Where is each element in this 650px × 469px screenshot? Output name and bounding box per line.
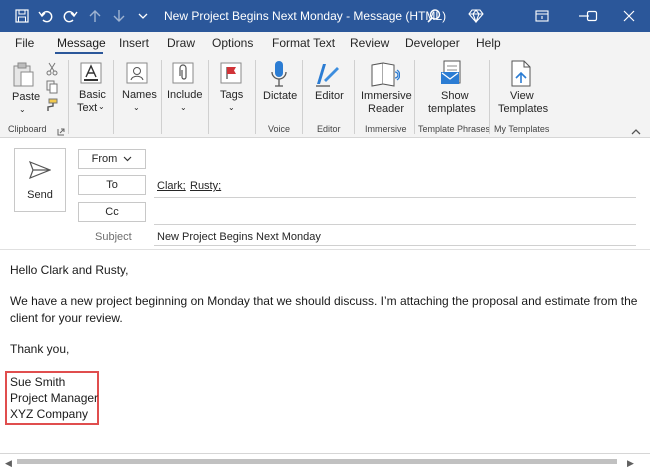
group-immersive: Immersive: [365, 124, 407, 134]
search-icon[interactable]: [424, 6, 444, 26]
scroll-left-icon[interactable]: ◀: [5, 458, 12, 469]
signature-name: Sue Smith: [10, 375, 66, 389]
horizontal-scrollbar[interactable]: ◀ ▶: [0, 453, 650, 469]
subject-label: Subject: [95, 231, 132, 243]
maximize-icon[interactable]: [571, 0, 613, 32]
closing: Thank you,: [10, 342, 70, 356]
to-label: To: [106, 179, 118, 191]
editor-button[interactable]: Editor: [315, 90, 344, 103]
tab-developer[interactable]: Developer: [405, 36, 460, 50]
subject-field-line: [154, 245, 636, 246]
group-editor: Editor: [317, 124, 341, 134]
names-dropdown-icon[interactable]: ⌄: [133, 101, 140, 114]
ribbon-separator: [414, 60, 415, 134]
ribbon-separator: [113, 60, 114, 134]
redo-icon[interactable]: [60, 6, 80, 26]
paste-dropdown-icon[interactable]: ⌄: [19, 103, 26, 116]
tab-draw[interactable]: Draw: [167, 36, 195, 50]
scroll-thumb[interactable]: [17, 459, 617, 464]
ribbon-separator: [354, 60, 355, 134]
tab-format-text[interactable]: Format Text: [272, 36, 335, 50]
immersive-reader-label-1[interactable]: Immersive: [361, 90, 412, 103]
body-line-1: We have a new project beginning on Monda…: [10, 294, 638, 308]
window-title: New Project Begins Next Monday - Message…: [164, 9, 447, 23]
cc-field-line[interactable]: [154, 224, 636, 225]
from-label: From: [91, 153, 118, 165]
diamond-icon[interactable]: [466, 6, 486, 26]
ribbon-separator: [255, 60, 256, 134]
immersive-reader-icon[interactable]: [370, 60, 401, 91]
cc-label: Cc: [105, 206, 119, 218]
include-dropdown-icon[interactable]: ⌄: [180, 101, 187, 114]
cut-icon[interactable]: [46, 62, 58, 79]
from-button[interactable]: From: [78, 149, 146, 169]
view-templates-label-1[interactable]: View: [510, 90, 534, 103]
view-templates-icon[interactable]: [509, 60, 533, 91]
send-label: Send: [27, 189, 53, 201]
close-icon[interactable]: [608, 0, 650, 32]
ribbon-display-icon[interactable]: [521, 0, 563, 32]
paste-icon[interactable]: [12, 62, 34, 91]
subject-input[interactable]: New Project Begins Next Monday: [157, 231, 321, 243]
basic-text-label-2[interactable]: Text: [77, 102, 97, 115]
immersive-reader-label-2[interactable]: Reader: [368, 103, 404, 116]
chevron-down-icon: [123, 153, 132, 165]
ribbon-separator: [161, 60, 162, 134]
ribbon-separator: [302, 60, 303, 134]
basic-text-icon[interactable]: [80, 62, 102, 87]
ribbon-separator: [489, 60, 490, 134]
title-bar: New Project Begins Next Monday - Message…: [0, 0, 650, 32]
dialog-launcher-icon[interactable]: [57, 125, 65, 139]
paste-button[interactable]: Paste: [12, 91, 40, 104]
save-icon[interactable]: [12, 6, 32, 26]
tab-review[interactable]: Review: [350, 36, 389, 50]
format-painter-icon[interactable]: [44, 98, 58, 115]
names-icon[interactable]: [126, 62, 148, 87]
scroll-right-icon[interactable]: ▶: [627, 458, 634, 469]
tab-insert[interactable]: Insert: [119, 36, 149, 50]
body-separator: [0, 249, 650, 250]
editor-icon[interactable]: [314, 60, 340, 91]
microphone-icon[interactable]: [270, 60, 288, 91]
ribbon-separator: [208, 60, 209, 134]
group-clipboard: Clipboard: [8, 124, 47, 134]
show-templates-label-1[interactable]: Show: [441, 90, 469, 103]
down-arrow-icon[interactable]: [109, 6, 129, 26]
body-line-2: client for your review.: [10, 311, 123, 325]
send-icon: [28, 160, 52, 182]
tab-help[interactable]: Help: [476, 36, 501, 50]
recipient-rusty[interactable]: Rusty;: [190, 180, 221, 192]
tab-message[interactable]: Message: [57, 36, 106, 50]
copy-icon[interactable]: [46, 80, 58, 97]
active-tab-indicator: [55, 52, 103, 54]
send-button[interactable]: Send: [14, 148, 66, 212]
basic-text-dropdown-icon[interactable]: ⌄: [98, 100, 105, 113]
group-voice: Voice: [268, 124, 291, 134]
to-field-line: [154, 197, 636, 198]
to-button[interactable]: To: [78, 175, 146, 195]
show-templates-label-2[interactable]: templates: [428, 103, 476, 116]
ribbon-separator: [68, 60, 69, 134]
group-my-templates: My Templates: [494, 124, 550, 134]
view-templates-label-2[interactable]: Templates: [498, 103, 548, 116]
up-arrow-icon[interactable]: [85, 6, 105, 26]
undo-icon[interactable]: [36, 6, 56, 26]
flag-icon[interactable]: [220, 62, 242, 87]
tags-dropdown-icon[interactable]: ⌄: [228, 101, 235, 114]
tab-file[interactable]: File: [15, 36, 34, 50]
signature-company: XYZ Company: [10, 407, 89, 421]
greeting: Hello Clark and Rusty,: [10, 263, 129, 277]
signature-title: Project Manager: [10, 391, 99, 405]
tab-options[interactable]: Options: [212, 36, 253, 50]
collapse-ribbon-icon[interactable]: [631, 125, 641, 139]
customize-icon[interactable]: [133, 6, 153, 26]
show-templates-icon[interactable]: [440, 60, 466, 91]
attach-icon[interactable]: [172, 62, 194, 87]
group-template-phrases: Template Phrases: [418, 124, 491, 134]
recipient-clark[interactable]: Clark;: [157, 180, 186, 192]
dictate-button[interactable]: Dictate: [263, 90, 297, 103]
cc-button[interactable]: Cc: [78, 202, 146, 222]
